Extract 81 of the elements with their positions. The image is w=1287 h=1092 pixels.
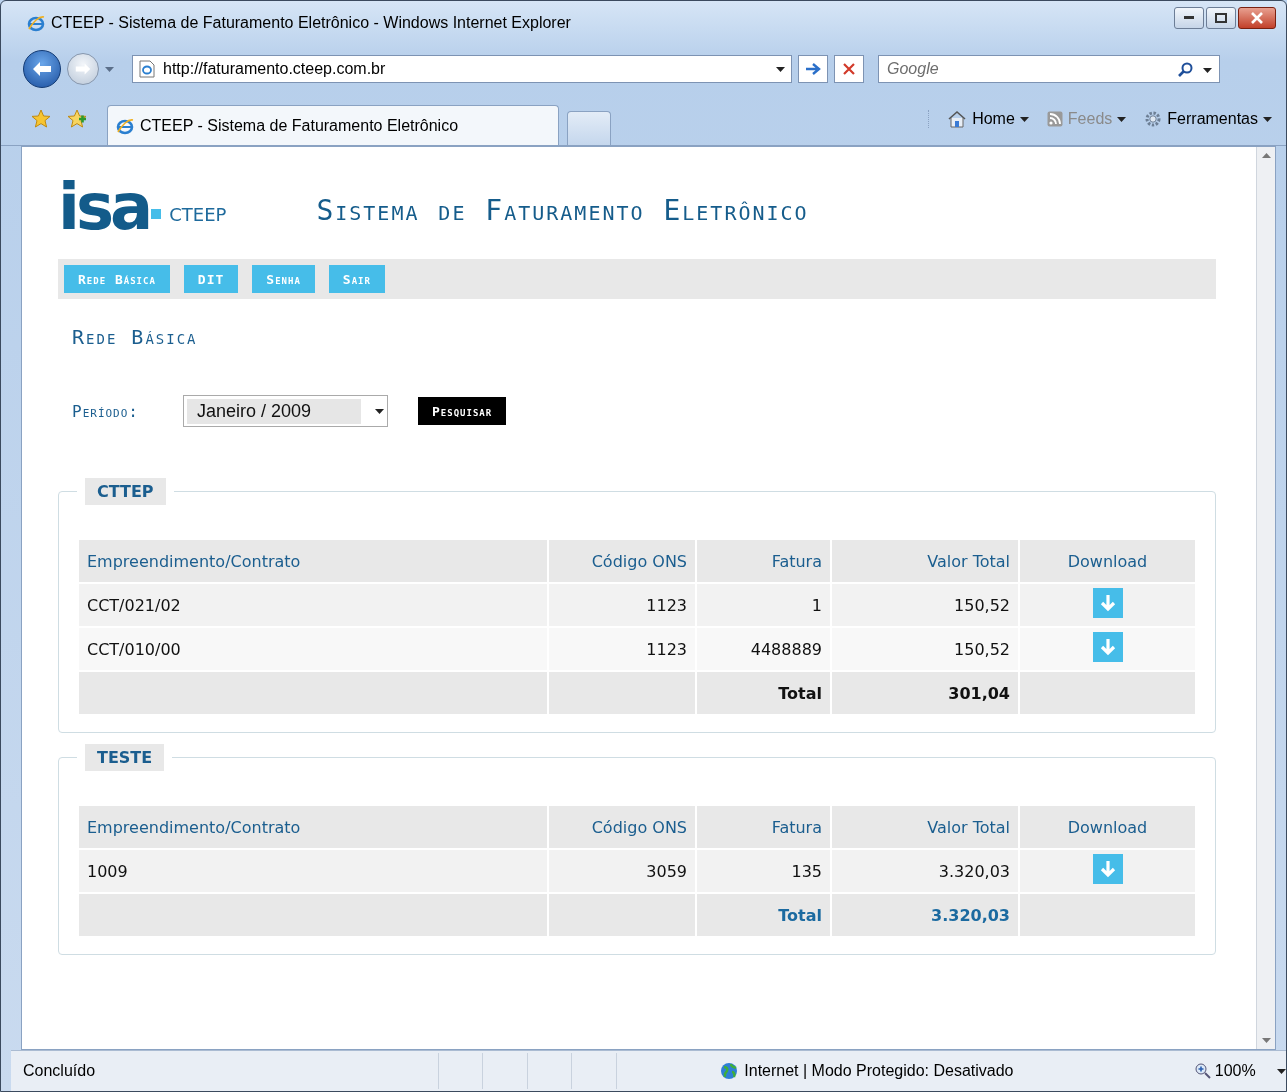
security-zone-text: Internet | Modo Protegido: Desativado <box>744 1062 1014 1080</box>
column-header: Fatura <box>696 539 831 583</box>
zoom-icon <box>1194 1063 1211 1079</box>
page-icon <box>139 60 155 78</box>
column-header: Download <box>1019 539 1196 583</box>
table-cell: 150,52 <box>831 583 1019 627</box>
history-dropdown-icon[interactable] <box>105 66 114 72</box>
caret-icon <box>776 66 785 72</box>
search-icon[interactable] <box>1178 62 1195 78</box>
total-value: 301,04 <box>831 671 1019 715</box>
feed-icon <box>1046 111 1063 127</box>
new-tab-button[interactable] <box>567 111 611 145</box>
logo: isa <box>58 181 162 233</box>
table-cell: 1009 <box>78 849 548 893</box>
download-icon[interactable] <box>1092 632 1123 662</box>
maximize-icon <box>1215 13 1227 23</box>
window-title: CTEEP - Sistema de Faturamento Eletrônico - Windows Internet Explorer <box>51 14 572 32</box>
search-field[interactable]: Google <box>878 55 1220 83</box>
forward-button[interactable] <box>67 53 99 85</box>
column-header: Código ONS <box>548 539 696 583</box>
total-label: Total <box>696 671 831 715</box>
table-cell: CCT/010/00 <box>78 627 548 671</box>
caret-icon <box>1277 1068 1286 1074</box>
gear-icon <box>1144 110 1163 128</box>
stop-button[interactable] <box>834 55 864 83</box>
left-arrow-icon <box>32 61 52 77</box>
column-header: Empreendimento/Contrato <box>78 539 548 583</box>
globe-icon <box>720 1062 739 1080</box>
back-button[interactable] <box>23 50 61 88</box>
minimize-icon <box>1184 16 1194 20</box>
caret-icon <box>1117 116 1127 122</box>
scroll-up-icon[interactable] <box>1261 153 1271 158</box>
maximize-button[interactable] <box>1206 7 1236 29</box>
table-cell: CCT/021/02 <box>78 583 548 627</box>
period-label: Período: <box>72 401 140 421</box>
download-icon[interactable] <box>1092 854 1123 884</box>
table-cell: 135 <box>696 849 831 893</box>
period-dropdown[interactable]: Janeiro / 2009 <box>183 395 388 427</box>
minimize-button[interactable] <box>1174 7 1204 29</box>
close-icon <box>843 63 855 75</box>
browser-logo-icon <box>116 116 134 135</box>
go-button[interactable] <box>798 55 828 83</box>
address-field[interactable]: http://faturamento.cteep.com.br <box>132 55 792 83</box>
add-favorite-icon[interactable] <box>67 109 87 129</box>
table-cell: 3.320,03 <box>831 849 1019 893</box>
favorites-star-icon[interactable] <box>31 109 51 129</box>
column-header: Código ONS <box>548 805 696 849</box>
page-title: Sistema de Faturamento Eletrônico <box>316 194 809 227</box>
column-header: Valor Total <box>831 805 1019 849</box>
browser-logo-icon <box>27 14 45 32</box>
column-header: Download <box>1019 805 1196 849</box>
tools-command-button[interactable]: Ferramentas <box>1140 110 1276 128</box>
table-cell: 1 <box>696 583 831 627</box>
caret-icon <box>1263 116 1272 122</box>
right-arrow-icon <box>805 62 821 76</box>
right-arrow-icon <box>75 62 91 76</box>
home-icon <box>947 110 968 128</box>
search-button[interactable]: Pesquisar <box>418 397 507 425</box>
total-label: Total <box>696 893 831 937</box>
download-icon[interactable] <box>1092 588 1123 618</box>
scroll-down-icon[interactable] <box>1261 1038 1271 1043</box>
table-cell: 4488889 <box>696 627 831 671</box>
table-cell: 1123 <box>548 583 696 627</box>
browser-tab[interactable]: CTEEP - Sistema de Faturamento Eletrônico <box>107 105 559 145</box>
column-header: Empreendimento/Contrato <box>78 805 548 849</box>
close-button[interactable] <box>1238 7 1276 29</box>
home-command-button[interactable]: Home <box>943 110 1033 128</box>
zoom-button[interactable]: 100% <box>1194 1062 1286 1080</box>
caret-icon <box>1203 67 1212 73</box>
column-header: Fatura <box>696 805 831 849</box>
table-cell: 3059 <box>548 849 696 893</box>
table-cell: 150,52 <box>831 627 1019 671</box>
total-value: 3.320,03 <box>831 893 1019 937</box>
status-text: Concluído <box>22 1062 97 1080</box>
close-icon <box>1251 12 1263 24</box>
caret-icon <box>1019 116 1029 122</box>
company-name: CTEEP <box>169 204 227 225</box>
table-cell: 1123 <box>548 627 696 671</box>
section-heading: Rede Básica <box>72 325 199 349</box>
caret-icon <box>375 408 384 414</box>
column-header: Valor Total <box>831 539 1019 583</box>
